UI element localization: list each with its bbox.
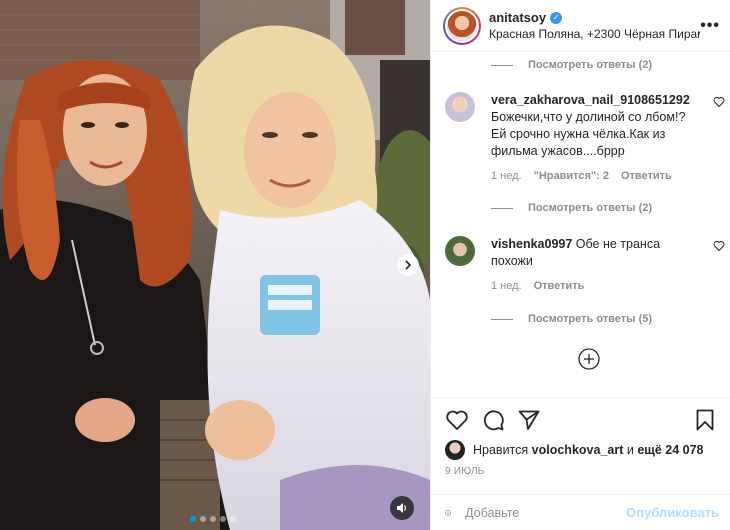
view-replies-label[interactable]: Посмотреть ответы (2)	[528, 59, 652, 71]
carousel-dot	[200, 516, 206, 522]
comment-text: Божечки,что у долиной со лбом!? Ей срочн…	[491, 110, 686, 158]
heart-icon[interactable]	[713, 96, 725, 108]
liker-username[interactable]: volochkova_art	[532, 443, 624, 457]
smiley-icon[interactable]	[445, 502, 451, 524]
next-slide-button[interactable]	[397, 254, 419, 276]
comments-list[interactable]: Посмотреть ответы (2) vera_zakharova_nai…	[431, 52, 730, 397]
comment-input[interactable]	[465, 505, 627, 520]
comment-item: vera_zakharova_nail_9108651292 Божечки,ч…	[445, 92, 725, 185]
view-replies-link[interactable]: Посмотреть ответы (5)	[491, 313, 652, 325]
speaker-icon	[397, 503, 407, 513]
view-replies-label[interactable]: Посмотреть ответы (2)	[528, 202, 652, 214]
comment-username[interactable]: vishenka0997	[491, 237, 572, 251]
author-username-text[interactable]: anitatsoy	[489, 10, 546, 25]
bookmark-icon[interactable]	[693, 408, 717, 432]
post-photo	[0, 0, 430, 530]
carousel-dot	[230, 516, 236, 522]
author-username[interactable]: anitatsoy ✓	[489, 10, 700, 25]
likes-prefix: Нравится	[473, 443, 529, 457]
carousel-dot	[220, 516, 226, 522]
carousel-dot-active	[190, 516, 196, 522]
comment-avatar[interactable]	[445, 236, 475, 266]
carousel-indicators	[190, 516, 236, 522]
post-location[interactable]: Красная Поляна, +2300 Чёрная Пирамида	[489, 27, 700, 41]
reply-button[interactable]: Ответить	[621, 168, 672, 185]
carousel-dot	[210, 516, 216, 522]
comment-icon[interactable]	[481, 408, 505, 432]
publish-button[interactable]: Опубликовать	[626, 505, 719, 520]
author-avatar[interactable]	[443, 6, 481, 45]
more-options-button[interactable]: •••	[700, 17, 720, 35]
comment-time[interactable]: 1 нед.	[491, 168, 522, 185]
likes-conj: и	[626, 443, 634, 457]
verified-badge-icon: ✓	[550, 11, 563, 24]
paper-plane-icon[interactable]	[517, 408, 541, 432]
sound-toggle-button[interactable]	[390, 496, 414, 520]
view-replies-link[interactable]: Посмотреть ответы (2)	[491, 59, 652, 71]
add-comment-bar: Опубликовать	[431, 494, 730, 530]
chevron-right-icon	[405, 260, 412, 270]
plus-circle-icon[interactable]	[578, 348, 600, 370]
author-info: anitatsoy ✓ Красная Поляна, +2300 Чёрная…	[489, 10, 700, 41]
post-header: anitatsoy ✓ Красная Поляна, +2300 Чёрная…	[431, 0, 730, 52]
heart-icon[interactable]	[713, 240, 725, 252]
comment-item: vishenka0997 Обе не транса похожи 1 нед.…	[445, 236, 725, 295]
likes-summary: Нравится volochkova_art и ещё 24 078	[445, 440, 717, 460]
post-actions: Нравится volochkova_art и ещё 24 078 9 и…	[431, 397, 730, 477]
reply-button[interactable]: Ответить	[534, 278, 585, 295]
comment-likes[interactable]: "Нравится": 2	[534, 168, 609, 185]
post-side-panel: anitatsoy ✓ Красная Поляна, +2300 Чёрная…	[430, 0, 730, 530]
view-replies-link[interactable]: Посмотреть ответы (2)	[491, 202, 652, 214]
comment-avatar[interactable]	[445, 92, 475, 122]
heart-icon[interactable]	[445, 408, 469, 432]
view-replies-label[interactable]: Посмотреть ответы (5)	[528, 313, 652, 325]
post-media[interactable]	[0, 0, 430, 530]
liker-avatar[interactable]	[445, 440, 465, 460]
post-date[interactable]: 9 июль	[445, 466, 717, 477]
comment-time[interactable]: 1 нед.	[491, 278, 522, 295]
likes-count[interactable]: ещё 24 078	[637, 443, 703, 457]
comment-username[interactable]: vera_zakharova_nail_9108651292	[491, 93, 690, 107]
